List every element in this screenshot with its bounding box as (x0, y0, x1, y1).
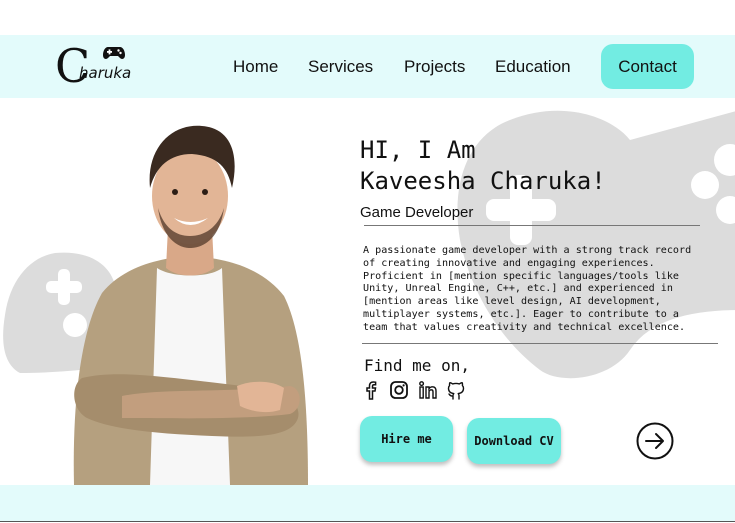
logo[interactable]: C haruka (55, 41, 145, 91)
gamepad-icon (103, 47, 125, 59)
footer-divider (0, 521, 735, 522)
download-cv-button[interactable]: Download CV (467, 418, 561, 464)
footer-band (0, 485, 735, 521)
navbar: C haruka Home Services Projects Educatio… (0, 35, 735, 98)
about-text: A passionate game developer with a stron… (363, 245, 692, 333)
nav-services-link[interactable]: Services (308, 57, 373, 77)
find-me-label: Find me on, (364, 356, 470, 375)
hero-greeting: HI, I Am Kaveesha Charuka! (360, 135, 606, 197)
profile-photo (73, 125, 308, 485)
contact-button[interactable]: Contact (601, 44, 694, 89)
nav-home-link[interactable]: Home (233, 57, 278, 77)
facebook-icon[interactable] (361, 380, 381, 400)
logo-text: haruka (79, 64, 132, 82)
hire-me-button[interactable]: Hire me (360, 416, 453, 462)
nav-projects-link[interactable]: Projects (404, 57, 465, 77)
divider (362, 343, 718, 344)
nav-education-link[interactable]: Education (495, 57, 571, 77)
greeting-line-1: HI, I Am (360, 136, 476, 164)
divider (364, 225, 700, 226)
greeting-line-2: Kaveesha Charuka! (360, 167, 606, 195)
role-title: Game Developer (360, 204, 474, 221)
linkedin-icon[interactable] (418, 380, 438, 400)
instagram-icon[interactable] (389, 380, 409, 400)
github-icon[interactable] (446, 380, 466, 400)
arrow-right-icon[interactable] (636, 422, 674, 460)
